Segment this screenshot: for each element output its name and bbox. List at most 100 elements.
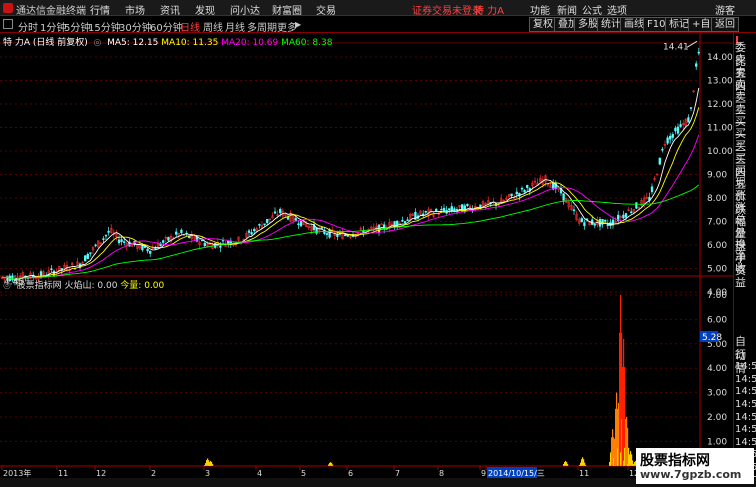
moving-average-lines: [1, 87, 700, 280]
menu-item-discover[interactable]: 发现: [195, 2, 215, 17]
period-daily[interactable]: 日线: [180, 19, 200, 34]
candle-body: [279, 208, 282, 214]
flame-bar: [585, 464, 587, 466]
candle-body: [258, 224, 261, 226]
menu-item-news[interactable]: 资讯: [160, 2, 180, 17]
period-1min[interactable]: 1分钟: [40, 19, 66, 34]
more-arrow-icon[interactable]: ▶: [295, 20, 301, 29]
candle-body: [146, 248, 149, 252]
candle-body: [102, 238, 105, 240]
menu-item-options[interactable]: 选项: [607, 2, 627, 17]
candle-body: [294, 218, 297, 221]
menu-item-function[interactable]: 功能: [530, 2, 550, 17]
candle-body: [630, 211, 633, 214]
indicator-tick-label: 4.00: [707, 364, 727, 374]
current-stock-name: 特 力A: [474, 6, 505, 17]
period-60min[interactable]: 60分钟: [150, 19, 183, 34]
candle-body: [440, 208, 443, 211]
price-tick-label: 7.00: [707, 218, 727, 228]
ma10-label: MA10: 11.35: [161, 38, 219, 48]
app-title: 通达信金融终端: [16, 6, 86, 17]
candle-body: [167, 236, 170, 241]
menu-item-trade[interactable]: 交易: [316, 2, 336, 17]
candle-body: [650, 186, 654, 193]
candle-body: [697, 51, 700, 54]
period-15min[interactable]: 15分钟: [88, 19, 121, 34]
cursor-date-label: 2014/10/15/三: [488, 469, 545, 478]
candle-body: [117, 239, 121, 244]
candle-body: [94, 244, 97, 247]
price-tick-label: 14.00: [707, 53, 733, 63]
candle-body: [424, 210, 427, 213]
flame-bar: [332, 464, 334, 466]
candle-body: [266, 219, 269, 223]
panel-toggle-icon[interactable]: [3, 19, 13, 29]
period-30min[interactable]: 30分钟: [119, 19, 152, 34]
candle-body: [658, 157, 661, 165]
menu-item-news-right[interactable]: 新闻: [557, 2, 577, 17]
price-tick-label: 6.00: [707, 241, 727, 251]
candle-body: [666, 137, 669, 144]
period-5min[interactable]: 5分钟: [64, 19, 90, 34]
flame-bar: [212, 464, 214, 466]
menu-item-wenxiaoda[interactable]: 问小达: [230, 2, 260, 17]
candle-body: [583, 222, 586, 227]
menu-item-formula[interactable]: 公式: [582, 2, 602, 17]
price-tick-label: 12.00: [707, 100, 733, 110]
candle-body: [86, 253, 89, 259]
candle-body: [253, 229, 256, 232]
candle-body: [635, 202, 638, 209]
guest-label[interactable]: 游客: [715, 2, 735, 17]
x-axis-label: 11: [579, 469, 589, 478]
menu-item-market[interactable]: 市场: [125, 2, 145, 17]
candle-body: [466, 203, 469, 206]
high-price-marker: 14.41: [663, 42, 689, 52]
x-axis-label: 5: [301, 469, 306, 478]
price-tick-label: 11.00: [707, 124, 733, 134]
candlestick-series: [0, 47, 700, 286]
period-monthly[interactable]: 月线: [225, 19, 245, 34]
indicator-tick-label: 2.00: [707, 413, 727, 423]
period-more[interactable]: 更多: [277, 19, 297, 34]
price-tick-label: 9.00: [707, 171, 727, 181]
candle-body: [227, 240, 230, 244]
indicator-tick-label: 6.00: [707, 315, 727, 325]
candle-body: [336, 234, 339, 237]
login-status[interactable]: 证券交易未登录: [412, 2, 482, 17]
candle-body: [219, 245, 222, 248]
candle-body: [325, 233, 329, 235]
x-axis-label: 3: [205, 469, 210, 478]
candle-body: [562, 193, 565, 201]
menu-item-caifuquan[interactable]: 财富圈: [272, 2, 302, 17]
price-tick-label: 8.00: [707, 194, 727, 204]
candle-body: [687, 117, 690, 123]
candle-body: [120, 239, 123, 242]
candle-body: [175, 231, 178, 235]
period-weekly[interactable]: 周线: [203, 19, 223, 34]
back-button[interactable]: 返回: [711, 17, 739, 32]
candle-body: [89, 252, 92, 254]
period-multi[interactable]: 多周期: [247, 19, 277, 34]
candle-body: [669, 135, 672, 140]
candle-body: [676, 126, 680, 134]
fuquan-button[interactable]: 复权: [529, 17, 557, 32]
kline-chart[interactable]: 14.00 13.00 12.00 11.00 10.00 9.00 8.00 7.00 6.0…: [0, 33, 733, 478]
quote-side-panel: L 委比 卖五 卖四 卖三 卖二 卖一 买一 买二 买三 买四 买五 现价 涨跌 涨幅 总量 外盘 换手 净资 收益自…: [733, 33, 756, 478]
candle-body: [320, 227, 323, 229]
flame-indicator-bars: [204, 295, 639, 466]
x-axis-label: 9: [481, 469, 486, 478]
candle-body: [297, 223, 300, 226]
candle-body: [593, 224, 596, 226]
menu-item-hangqing[interactable]: 行情: [90, 2, 110, 17]
chart-area[interactable]: 14.00 13.00 12.00 11.00 10.00 9.00 8.00 7.00 6.0…: [0, 33, 733, 478]
period-toolbar: 分时 1分钟 5分钟 15分钟 30分钟 60分钟 日线 周线 月线 多周期 更…: [0, 16, 756, 34]
ma60-line: [1, 184, 700, 280]
menu-bar: 通达信金融终端 行情 市场 资讯 发现 问小达 财富圈 交易 证券交易未登录 特…: [0, 0, 756, 17]
candle-body: [526, 185, 529, 188]
candle-body: [403, 221, 407, 224]
candle-body: [180, 229, 183, 234]
ma60-label: MA60: 8.38: [281, 38, 333, 48]
candle-body: [679, 124, 682, 127]
period-fenshi[interactable]: 分时: [18, 19, 38, 34]
ma5-line: [1, 87, 700, 280]
